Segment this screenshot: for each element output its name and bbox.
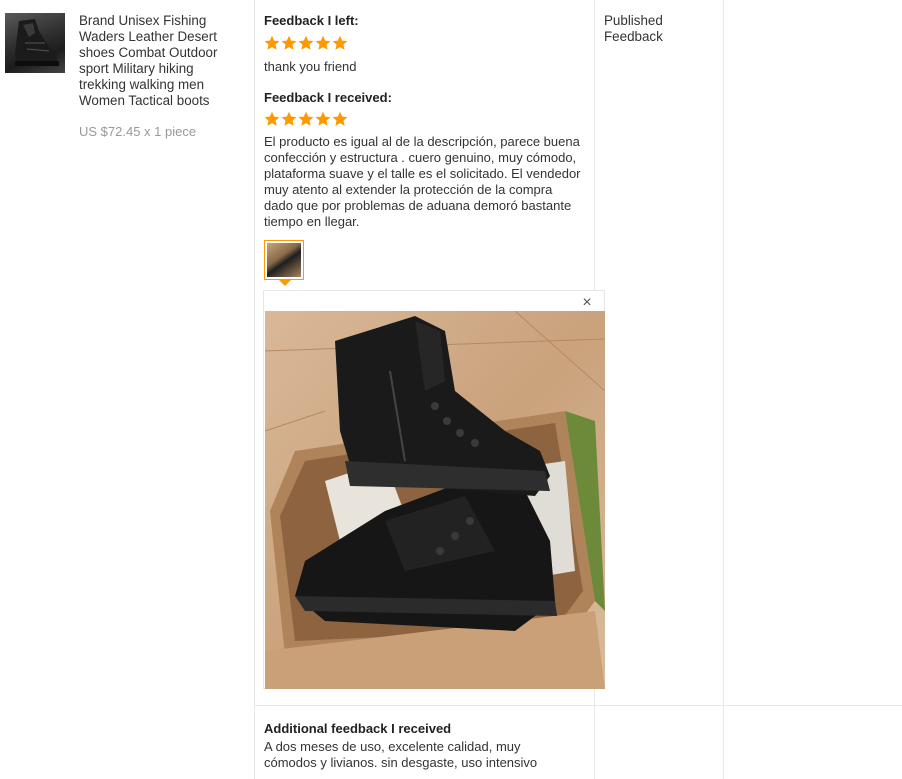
star-icon xyxy=(315,35,331,51)
product-price: US $72.45 x 1 piece xyxy=(79,124,197,139)
star-icon xyxy=(332,35,348,51)
feedback-status: Published Feedback xyxy=(604,13,663,44)
star-icon xyxy=(281,111,297,127)
thumbnail-pointer xyxy=(279,280,291,286)
star-icon xyxy=(281,35,297,51)
column-divider xyxy=(254,0,255,779)
feedback-received-rating xyxy=(264,111,348,127)
star-icon xyxy=(298,111,314,127)
review-photo-thumbnail[interactable] xyxy=(264,240,304,280)
feedback-received-text: El producto es igual al de la descripció… xyxy=(264,134,581,229)
star-icon xyxy=(298,35,314,51)
feedback-received-heading: Feedback I received: xyxy=(264,90,392,105)
feedback-left-text: thank you friend xyxy=(264,59,357,74)
star-icon xyxy=(315,111,331,127)
column-divider xyxy=(723,0,724,779)
star-icon xyxy=(332,111,348,127)
additional-feedback-heading: Additional feedback I received xyxy=(264,721,452,736)
product-title[interactable]: Brand Unisex Fishing Waders Leather Dese… xyxy=(79,13,239,109)
feedback-left-heading: Feedback I left: xyxy=(264,13,359,28)
star-icon xyxy=(264,35,280,51)
close-icon[interactable]: × xyxy=(580,295,594,311)
review-photo xyxy=(265,311,605,689)
product-thumbnail[interactable] xyxy=(5,13,65,73)
feedback-left-rating xyxy=(264,35,348,51)
star-icon xyxy=(264,111,280,127)
additional-feedback-text: A dos meses de uso, excelente calidad, m… xyxy=(264,739,538,770)
row-divider xyxy=(254,705,902,706)
